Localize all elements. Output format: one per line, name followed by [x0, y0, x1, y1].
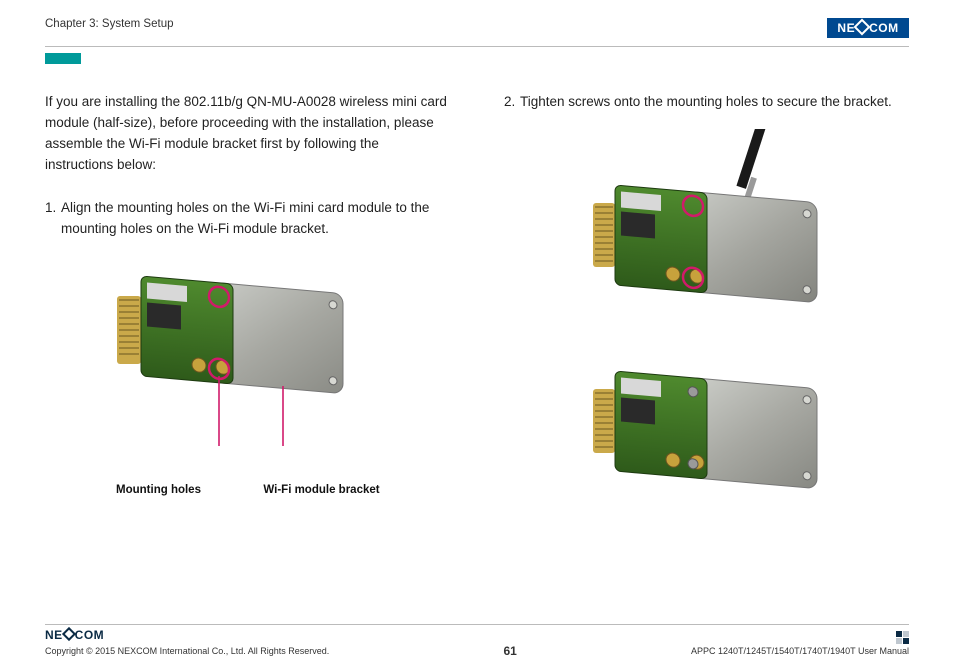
step-1-text: Align the mounting holes on the Wi-Fi mi… [61, 198, 450, 240]
brand-logo-top: NECOM [827, 18, 909, 38]
diagram-step1: Mounting holes Wi-Fi module bracket [45, 258, 450, 500]
chapter-label: Chapter 3: System Setup [45, 18, 173, 30]
label-mounting-holes: Mounting holes [99, 482, 219, 500]
step-2: 2. Tighten screws onto the mounting hole… [504, 92, 909, 113]
footer-ornament [896, 631, 909, 644]
label-wifi-bracket: Wi-Fi module bracket [247, 482, 397, 500]
page-footer: NECOM Copyright © 2015 NEXCOM Internatio… [45, 624, 909, 658]
wifi-module-illustration [45, 258, 405, 478]
copyright-text: Copyright © 2015 NEXCOM International Co… [45, 646, 329, 656]
left-column: If you are installing the 802.11b/g QN-M… [45, 92, 450, 503]
header-rule [45, 46, 909, 47]
page-number: 61 [503, 644, 516, 658]
intro-paragraph: If you are installing the 802.11b/g QN-M… [45, 92, 450, 176]
step-2-text: Tighten screws onto the mounting holes t… [520, 92, 892, 113]
wifi-module-assembled-illustration [557, 353, 857, 503]
right-column: 2. Tighten screws onto the mounting hole… [504, 92, 909, 503]
brand-logo-bottom: NECOM [45, 628, 104, 642]
doc-title: APPC 1240T/1245T/1540T/1740T/1940T User … [691, 646, 909, 656]
step-2-number: 2. [504, 92, 520, 113]
accent-bar [45, 53, 81, 64]
step-1-number: 1. [45, 198, 61, 240]
step-1: 1. Align the mounting holes on the Wi-Fi… [45, 198, 450, 240]
wifi-module-screwdriver-illustration [557, 129, 857, 319]
